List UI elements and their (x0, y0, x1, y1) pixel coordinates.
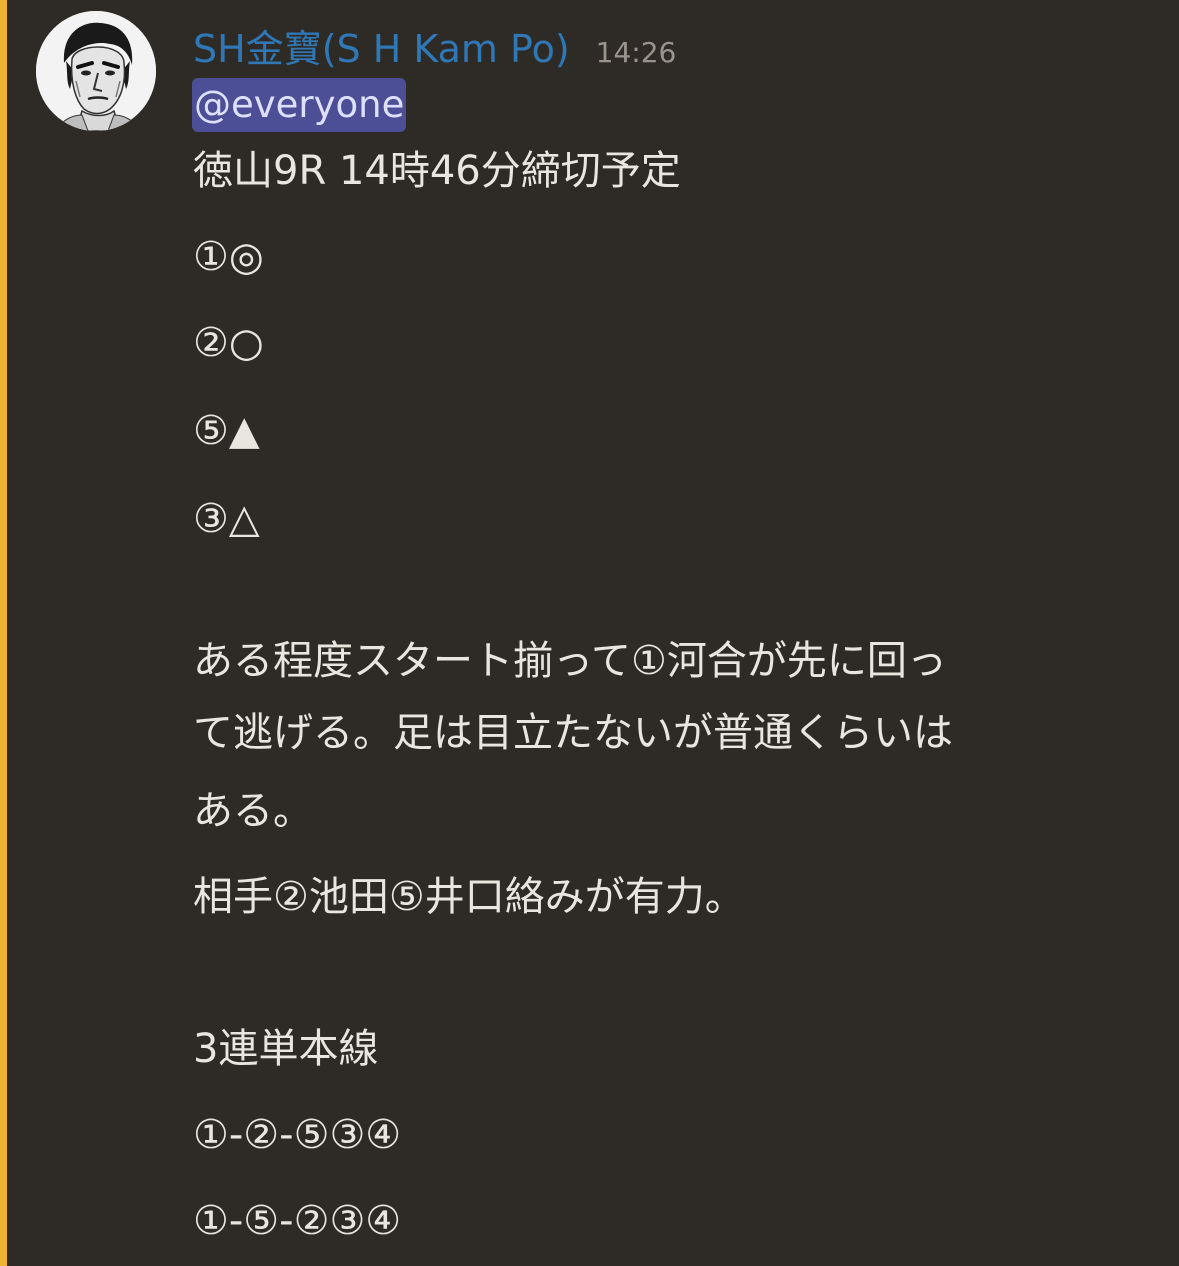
mention-highlight-bar (0, 0, 7, 1266)
message-line: ③△ (193, 496, 260, 542)
message-line: 3連単本線 (193, 1026, 379, 1072)
message-line: ⑤▲ (193, 408, 260, 454)
everyone-mention[interactable]: @everyone (192, 78, 407, 132)
message-line: 相手②池田⑤井口絡みが有力。 (193, 874, 745, 920)
chat-message: SH金寶(S H Kam Po) 14:26 @everyone 徳山9R 14… (0, 0, 1179, 1266)
author-name[interactable]: SH金寶(S H Kam Po) (193, 18, 570, 73)
message-line: ①◎ (193, 234, 264, 280)
message-line: ある。 (193, 788, 313, 834)
message-line: ①-②-⑤③④ (193, 1112, 402, 1158)
message-header: SH金寶(S H Kam Po) 14:26 (193, 18, 676, 74)
message-line: て逃げる。足は目立たないが普通くらいは (193, 710, 953, 756)
message-line: 徳山9R 14時46分締切予定 (193, 148, 681, 194)
message-line: ①-⑤-②③④ (193, 1198, 402, 1244)
message-line: ある程度スタート揃って①河合が先に回っ (193, 638, 947, 684)
message-line: ②○ (193, 320, 264, 366)
message-timestamp[interactable]: 14:26 (596, 36, 677, 69)
avatar[interactable] (36, 11, 156, 131)
